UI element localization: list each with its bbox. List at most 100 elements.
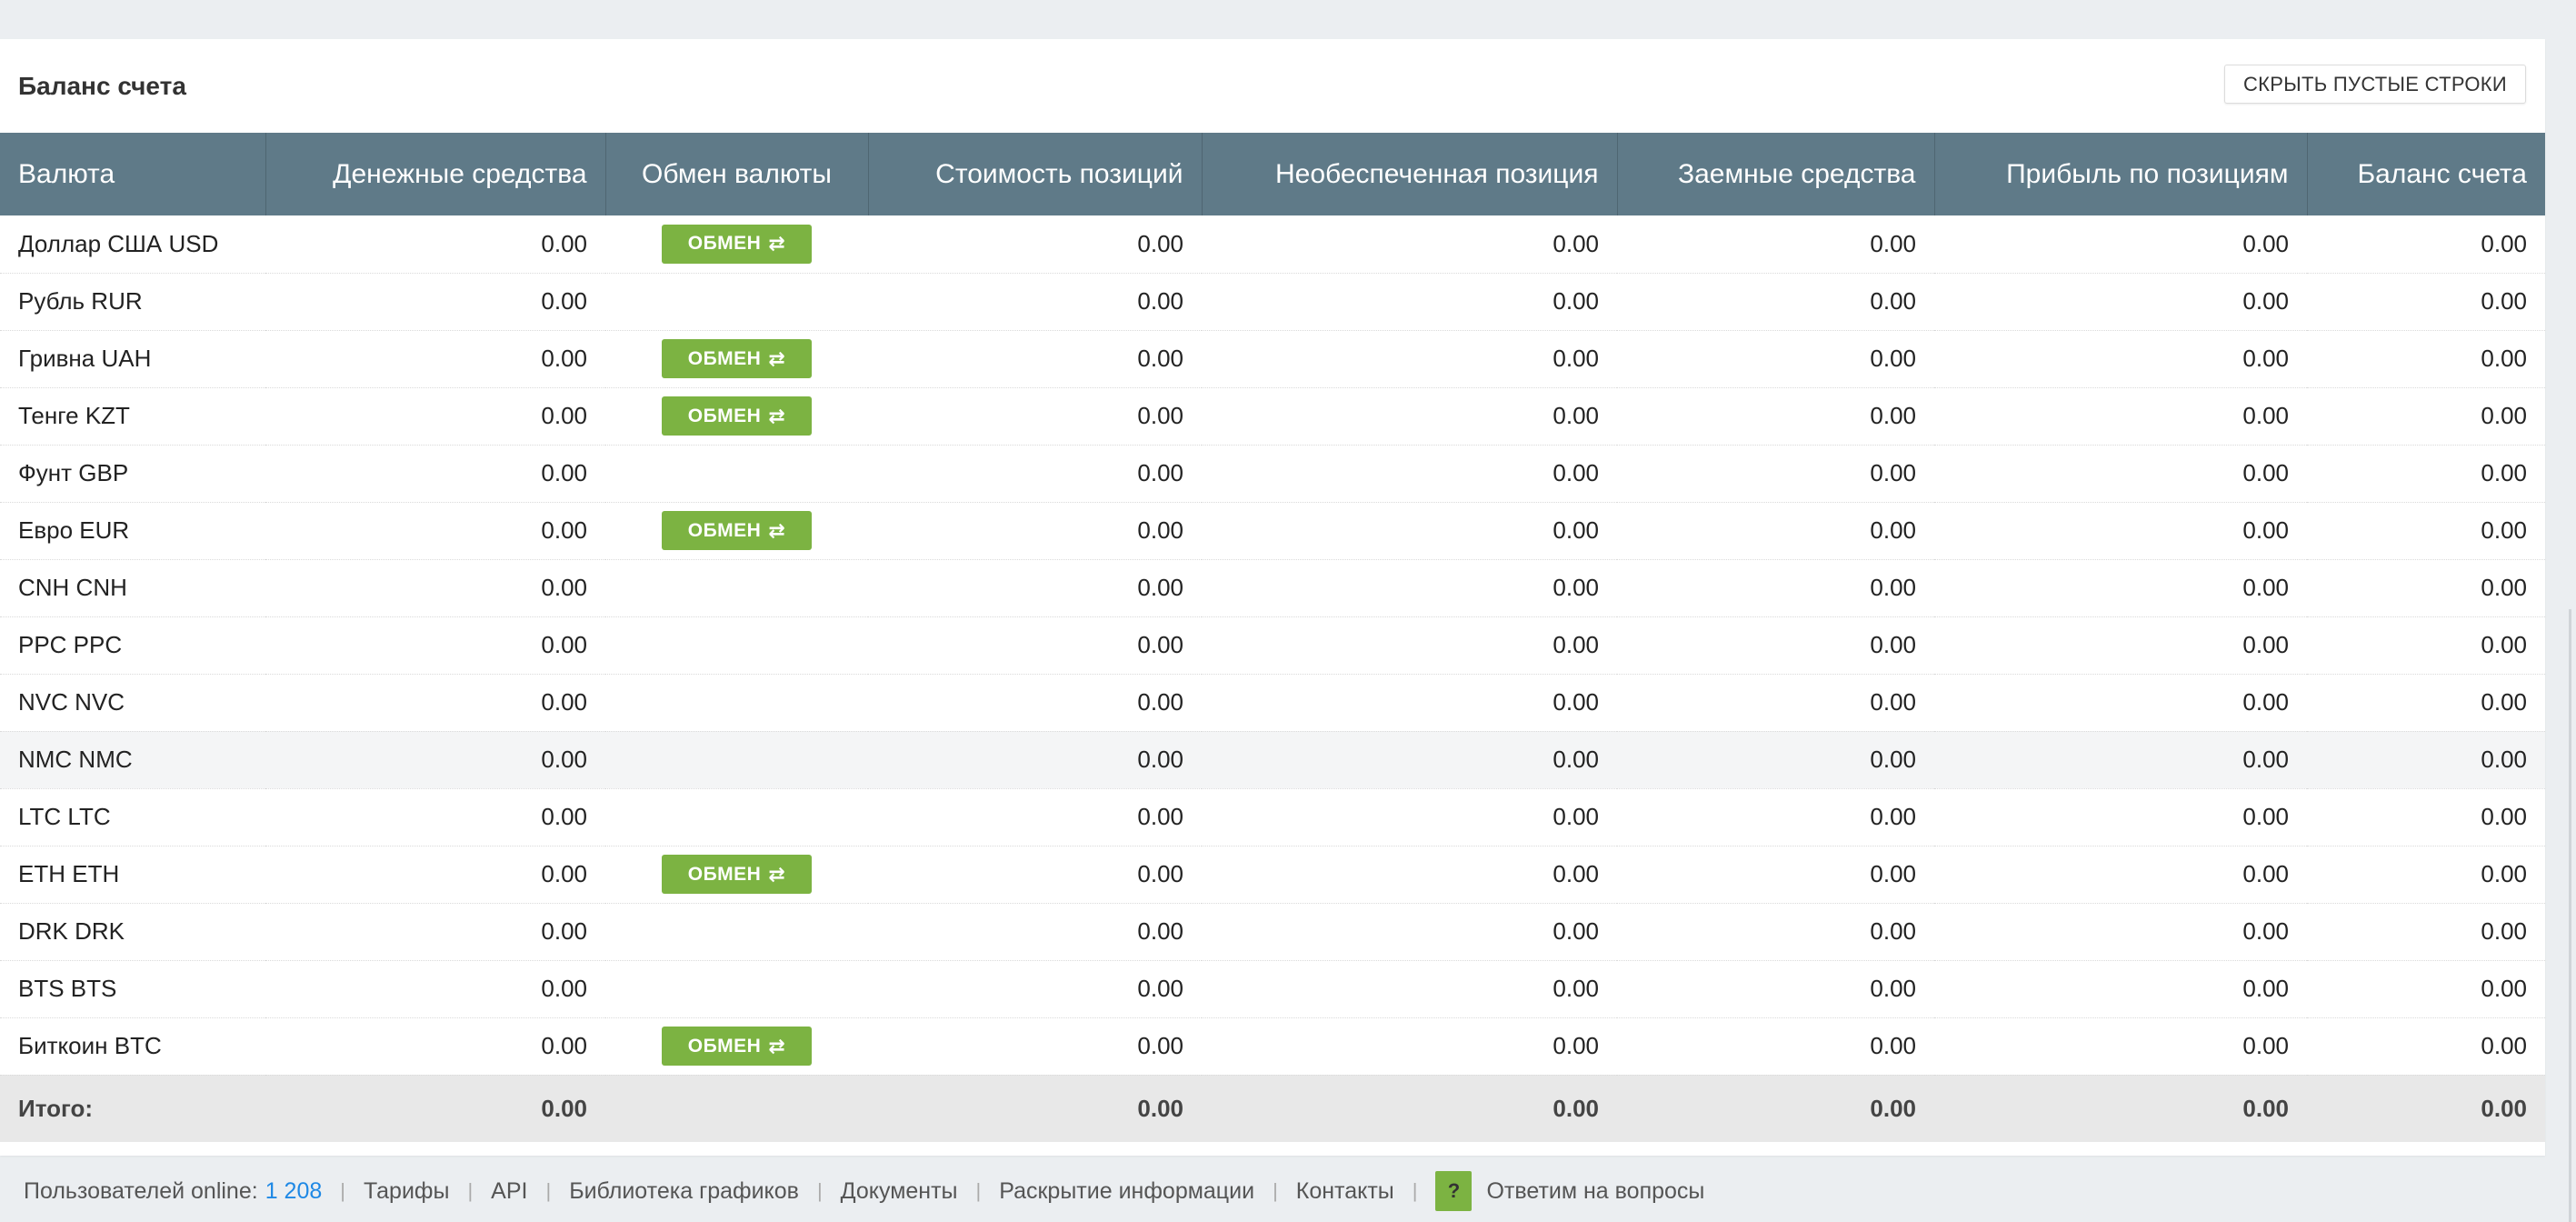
cell-uncovered: 0.00 <box>1202 846 1617 904</box>
table-row: Тенге KZT 0.00 ОБМЕН ⇄ 0.00 0.00 0.00 0.00 0.00 <box>0 387 2545 446</box>
exchange-button[interactable]: ОБМЕН ⇄ <box>662 1027 812 1066</box>
cell-currency: Доллар США USD <box>0 215 265 274</box>
cell-borrowed: 0.00 <box>1617 731 1934 789</box>
cell-profit: 0.00 <box>1934 731 2307 789</box>
cell-borrowed: 0.00 <box>1617 846 1934 904</box>
cell-balance: 0.00 <box>2307 731 2545 789</box>
cell-cash: 0.00 <box>265 960 605 1018</box>
cell-balance: 0.00 <box>2307 273 2545 331</box>
exchange-arrows-icon: ⇄ <box>768 1034 786 1057</box>
total-label: Итого: <box>0 1075 265 1142</box>
cell-currency: CNH CNH <box>0 559 265 617</box>
cell-borrowed: 0.00 <box>1617 502 1934 560</box>
cell-balance: 0.00 <box>2307 215 2545 274</box>
cell-currency: Евро EUR <box>0 502 265 560</box>
footer-separator: | <box>467 1179 474 1202</box>
cell-currency: Гривна UAH <box>0 330 265 388</box>
cell-borrowed: 0.00 <box>1617 387 1934 446</box>
exchange-button[interactable]: ОБМЕН ⇄ <box>662 396 812 436</box>
cell-exchange: ОБМЕН ⇄ <box>605 387 868 446</box>
cell-uncovered: 0.00 <box>1202 903 1617 961</box>
cell-balance: 0.00 <box>2307 445 2545 503</box>
cell-exchange: ОБМЕН ⇄ <box>605 846 868 904</box>
hide-empty-rows-button[interactable]: СКРЫТЬ ПУСТЫЕ СТРОКИ <box>2224 65 2526 104</box>
cell-positions: 0.00 <box>868 502 1202 560</box>
column-header-profit[interactable]: Прибыль по позициям <box>1934 133 2308 215</box>
cell-profit: 0.00 <box>1934 616 2307 675</box>
cell-profit: 0.00 <box>1934 445 2307 503</box>
cell-borrowed: 0.00 <box>1617 616 1934 675</box>
cell-cash: 0.00 <box>265 445 605 503</box>
cell-borrowed: 0.00 <box>1617 674 1934 732</box>
cell-profit: 0.00 <box>1934 674 2307 732</box>
footer-link-chart-library[interactable]: Библиотека графиков <box>569 1178 799 1205</box>
cell-cash: 0.00 <box>265 616 605 675</box>
cell-currency: Тенге KZT <box>0 387 265 446</box>
footer-link-tariffs[interactable]: Тарифы <box>364 1178 449 1205</box>
cell-balance: 0.00 <box>2307 846 2545 904</box>
cell-profit: 0.00 <box>1934 788 2307 846</box>
column-header-positions[interactable]: Стоимость позиций <box>868 133 1203 215</box>
panel-title: Баланс счета <box>18 72 186 100</box>
footer-link-contacts[interactable]: Контакты <box>1296 1178 1394 1205</box>
total-profit: 0.00 <box>1934 1075 2307 1142</box>
cell-positions: 0.00 <box>868 731 1202 789</box>
cell-profit: 0.00 <box>1934 387 2307 446</box>
exchange-button[interactable]: ОБМЕН ⇄ <box>662 511 812 550</box>
footer-separator: | <box>975 1179 982 1202</box>
cell-exchange: ОБМЕН ⇄ <box>605 1017 868 1076</box>
cell-balance: 0.00 <box>2307 788 2545 846</box>
table-row: CNH CNH 0.00 0.00 0.00 0.00 0.00 0.00 <box>0 559 2545 617</box>
footer-link-api[interactable]: API <box>491 1178 527 1205</box>
cell-currency: LTC LTC <box>0 788 265 846</box>
footer-link-documents[interactable]: Документы <box>841 1178 958 1205</box>
exchange-button[interactable]: ОБМЕН ⇄ <box>662 224 812 264</box>
column-header-cash[interactable]: Денежные средства <box>265 133 606 215</box>
footer-separator: | <box>545 1179 552 1202</box>
cell-cash: 0.00 <box>265 674 605 732</box>
column-header-balance[interactable]: Баланс счета <box>2307 133 2545 215</box>
cell-exchange <box>605 559 868 617</box>
cell-balance: 0.00 <box>2307 387 2545 446</box>
total-row: Итого: 0.00 0.00 0.00 0.00 0.00 0.00 <box>0 1075 2545 1142</box>
total-balance: 0.00 <box>2307 1075 2545 1142</box>
cell-uncovered: 0.00 <box>1202 731 1617 789</box>
column-header-borrowed[interactable]: Заемные средства <box>1617 133 1935 215</box>
cell-currency: Рубль RUR <box>0 273 265 331</box>
exchange-button-label: ОБМЕН <box>687 347 762 369</box>
cell-cash: 0.00 <box>265 273 605 331</box>
help-question-icon[interactable]: ? <box>1435 1171 1473 1211</box>
exchange-button-label: ОБМЕН <box>687 405 762 426</box>
footer-link-disclosure[interactable]: Раскрытие информации <box>999 1178 1254 1205</box>
cell-exchange <box>605 788 868 846</box>
cell-profit: 0.00 <box>1934 330 2307 388</box>
exchange-button[interactable]: ОБМЕН ⇄ <box>662 339 812 378</box>
cell-balance: 0.00 <box>2307 502 2545 560</box>
cell-exchange <box>605 674 868 732</box>
balance-table-body: Доллар США USD 0.00 ОБМЕН ⇄ 0.00 0.00 0.00 0.00… <box>0 215 2545 1076</box>
cell-borrowed: 0.00 <box>1617 960 1934 1018</box>
cell-balance: 0.00 <box>2307 330 2545 388</box>
exchange-button-label: ОБМЕН <box>687 519 762 541</box>
total-positions: 0.00 <box>868 1075 1202 1142</box>
table-row: Евро EUR 0.00 ОБМЕН ⇄ 0.00 0.00 0.00 0.00 0.00 <box>0 502 2545 560</box>
cell-uncovered: 0.00 <box>1202 330 1617 388</box>
cell-positions: 0.00 <box>868 674 1202 732</box>
cell-profit: 0.00 <box>1934 215 2307 274</box>
cell-profit: 0.00 <box>1934 1017 2307 1076</box>
exchange-button[interactable]: ОБМЕН ⇄ <box>662 855 812 894</box>
total-exchange-empty <box>605 1075 868 1142</box>
cell-positions: 0.00 <box>868 559 1202 617</box>
cell-borrowed: 0.00 <box>1617 273 1934 331</box>
scrollbar-track[interactable] <box>2569 609 2571 1222</box>
footer-help-link[interactable]: Ответим на вопросы <box>1486 1178 1704 1205</box>
cell-exchange <box>605 273 868 331</box>
table-row: Биткоин BTC 0.00 ОБМЕН ⇄ 0.00 0.00 0.00 0.00 0.0… <box>0 1017 2545 1076</box>
column-header-currency[interactable]: Валюта <box>0 133 266 215</box>
table-row: NMC NMC 0.00 0.00 0.00 0.00 0.00 0.00 <box>0 731 2545 789</box>
cell-cash: 0.00 <box>265 387 605 446</box>
cell-cash: 0.00 <box>265 788 605 846</box>
column-header-uncovered[interactable]: Необеспеченная позиция <box>1202 133 1618 215</box>
cell-currency: Биткоин BTC <box>0 1017 265 1076</box>
cell-uncovered: 0.00 <box>1202 502 1617 560</box>
